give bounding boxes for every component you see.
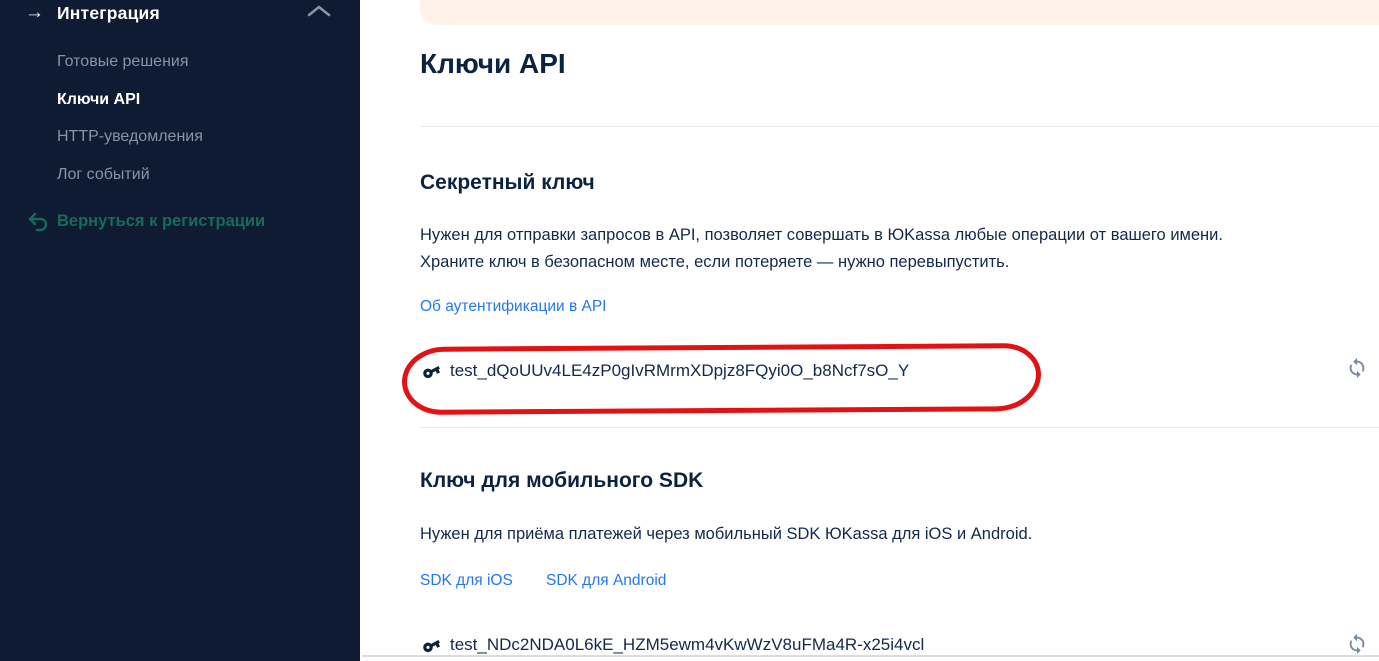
auth-api-link[interactable]: Об аутентификации в API [420,298,606,316]
sidebar-item-http-notifications[interactable]: HTTP-уведомления [57,128,203,146]
secret-key-description: Нужен для отправки запросов в API, позво… [420,222,1379,276]
top-banner [420,0,1379,25]
secret-key-value: test_dQoUUv4LE4zP0gIvRMrmXDpjz8FQyi0O_b8… [450,361,909,381]
arrow-right-icon: → [25,2,44,24]
sidebar-section-integration[interactable]: → Интеграция [0,0,360,34]
secret-key-description-line2: Храните ключ в безопасном месте, если по… [420,249,1379,276]
undo-icon [27,212,49,237]
section-title-secret-key: Секретный ключ [420,171,595,195]
sdk-key-description: Нужен для приёма платежей через мобильны… [420,521,1379,548]
section-title-sdk-key: Ключ для мобильного SDK [420,469,703,493]
page-title: Ключи API [420,48,566,80]
sdk-ios-link[interactable]: SDK для iOS [420,572,513,590]
divider [420,427,1379,428]
sdk-android-link[interactable]: SDK для Android [546,572,666,590]
secret-key-description-line1: Нужен для отправки запросов в API, позво… [420,222,1379,249]
chevron-up-icon[interactable] [306,4,332,23]
sidebar: → Интеграция Готовые решения Ключи API H… [0,0,360,661]
key-icon [422,362,441,386]
reissue-sdk-key-button[interactable] [1345,633,1369,657]
divider [362,655,1379,657]
sidebar-item-ready-solutions[interactable]: Готовые решения [57,53,189,71]
reissue-secret-key-button[interactable] [1345,357,1369,381]
sdk-key-value: test_NDc2NDA0L6kE_HZM5ewm4vKwWzV8uFMa4R-… [450,635,924,655]
sidebar-section-title: Интеграция [57,3,160,24]
refresh-icon [1346,633,1368,655]
sidebar-item-event-log[interactable]: Лог событий [57,166,150,184]
refresh-icon [1346,357,1368,379]
back-to-registration-label: Вернуться к регистрации [57,212,265,231]
divider [420,126,1379,127]
back-to-registration-link[interactable]: Вернуться к регистрации [0,210,360,238]
sidebar-item-api-keys[interactable]: Ключи API [57,91,140,109]
page: → Интеграция Готовые решения Ключи API H… [0,0,1379,661]
